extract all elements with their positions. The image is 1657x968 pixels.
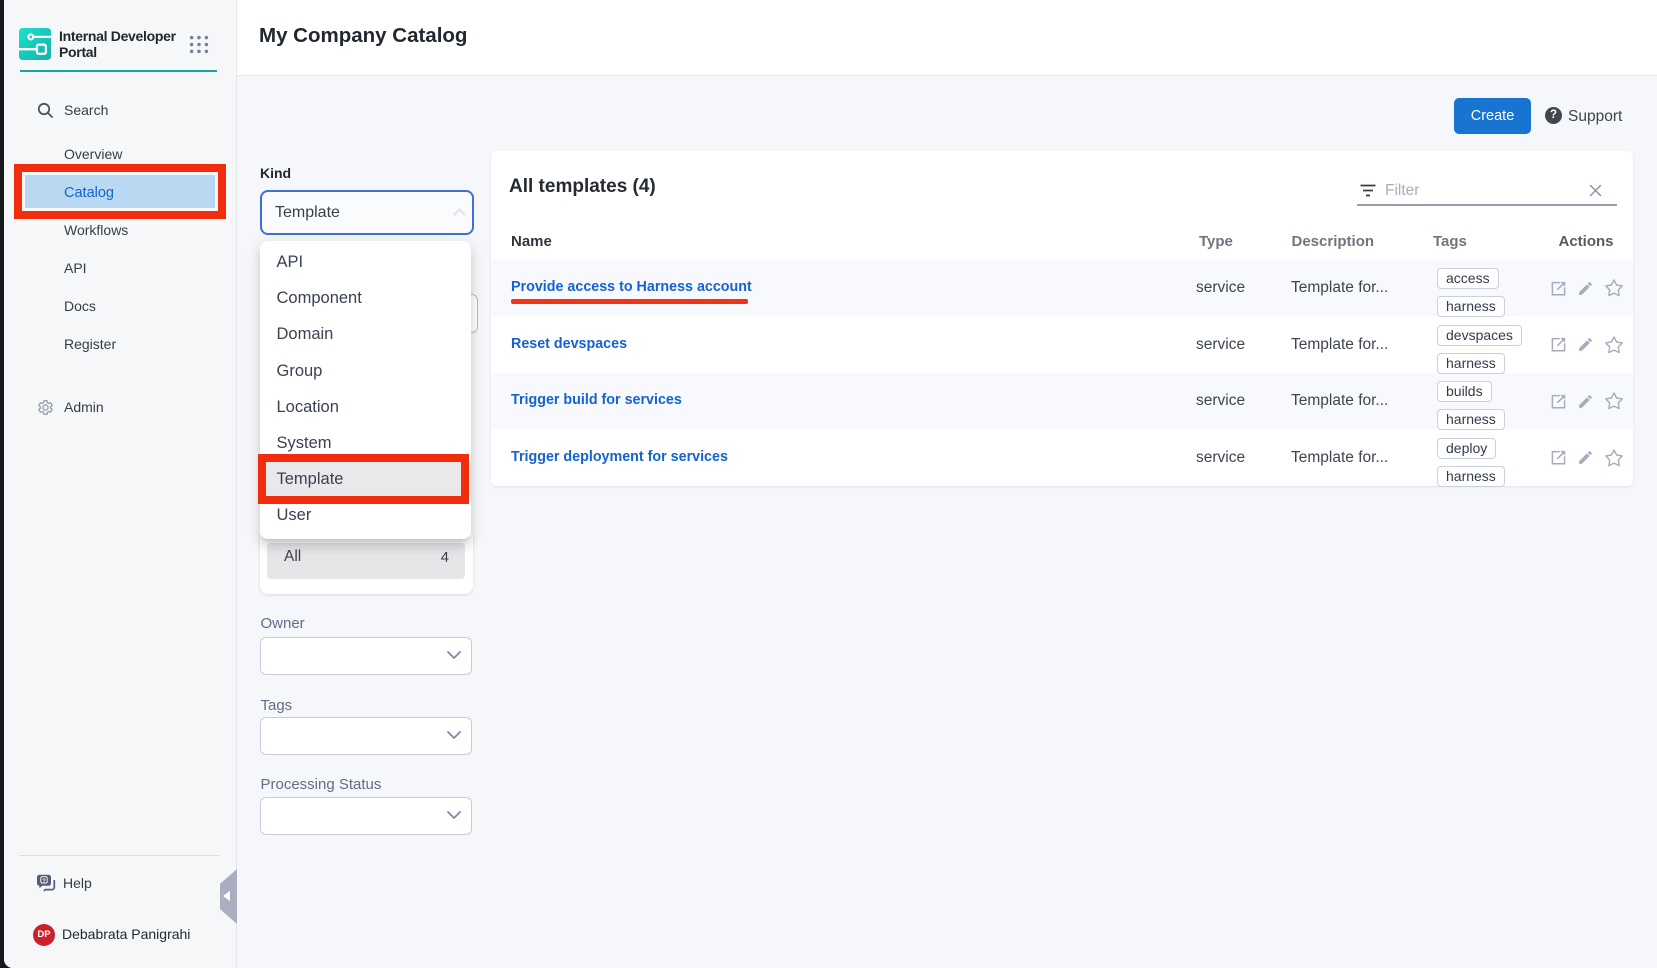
svg-text:?: ? [42,878,46,884]
